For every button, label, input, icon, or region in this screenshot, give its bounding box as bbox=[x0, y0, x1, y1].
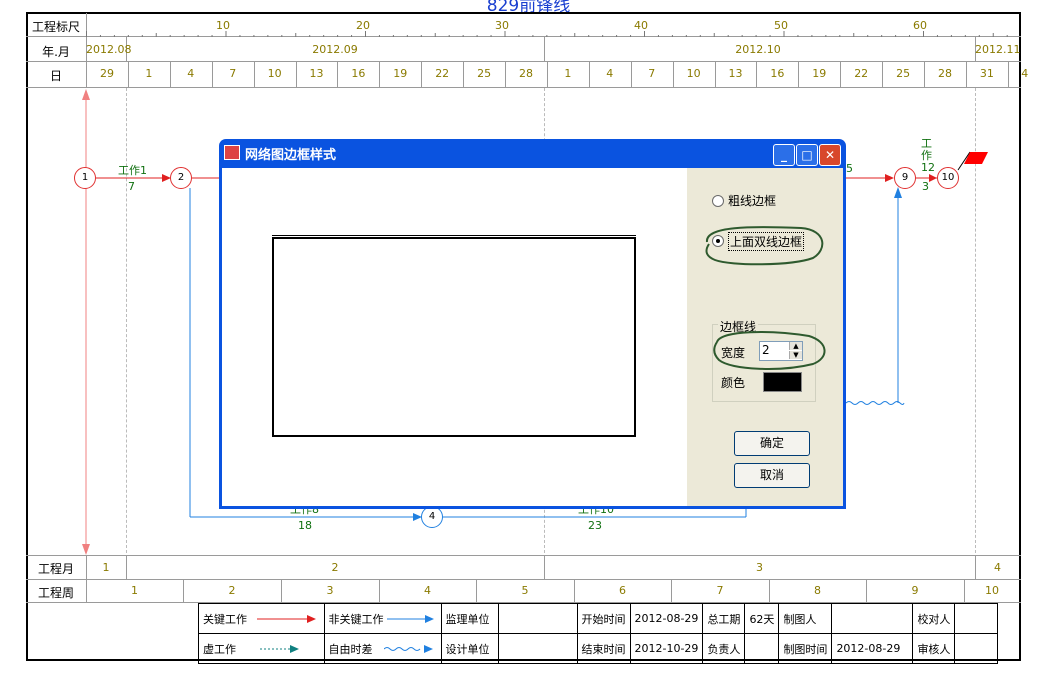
legend-virtual-work: 虚工作 bbox=[198, 633, 325, 664]
week-cell: 3 bbox=[326, 584, 334, 597]
week-cell: 10 bbox=[985, 584, 999, 597]
legend-nonkey-work: 非关键工作 bbox=[323, 603, 442, 634]
work-duration: 5 bbox=[846, 162, 853, 175]
node-2[interactable]: 2 bbox=[170, 167, 192, 189]
options-panel: 粗线边框 上面双线边框 边框线 宽度 2 ▲ ▼ 颜色 确定 取消 bbox=[687, 168, 843, 506]
duration-label: 总工期 bbox=[702, 603, 746, 634]
drawer-label: 制图人 bbox=[778, 603, 833, 634]
preview-top-line bbox=[272, 235, 636, 236]
highlight-circle bbox=[713, 331, 826, 370]
work-duration: 23 bbox=[588, 519, 602, 532]
app-icon bbox=[224, 145, 240, 160]
end-time: 2012-10-29 bbox=[629, 633, 704, 664]
owner-label: 负责人 bbox=[702, 633, 746, 664]
node-4[interactable]: 4 bbox=[421, 506, 443, 528]
work-duration: 3 bbox=[922, 180, 929, 193]
week-cell: 2 bbox=[228, 584, 236, 597]
work-duration: 18 bbox=[298, 519, 312, 532]
work-name: 工 作 12 bbox=[921, 137, 935, 174]
end-time-label: 结束时间 bbox=[576, 633, 631, 664]
week-cell: 6 bbox=[619, 584, 626, 597]
dialog-body: 粗线边框 上面双线边框 边框线 宽度 2 ▲ ▼ 颜色 确定 取消 bbox=[222, 168, 843, 506]
start-time: 2012-08-29 bbox=[629, 603, 704, 634]
highlight-circle bbox=[705, 226, 824, 266]
thick-border-radio[interactable] bbox=[712, 195, 724, 207]
legend-supervisor: 监理单位 bbox=[440, 603, 499, 634]
legend-table: 关键工作 非关键工作 监理单位 开始时间 2012-08-29 总工期 62天 … bbox=[198, 603, 999, 664]
node-10[interactable]: 10 bbox=[937, 167, 959, 189]
legend-key-work: 关键工作 bbox=[198, 603, 325, 634]
weeks-row: 1 2 3 4 5 6 7 8 9 10 bbox=[86, 580, 1020, 602]
work-name: 工作1 bbox=[118, 164, 147, 177]
ok-button[interactable]: 确定 bbox=[734, 431, 810, 456]
checker-label: 校对人 bbox=[912, 603, 956, 634]
dialog-title: 网络图边框样式 bbox=[245, 148, 337, 163]
border-style-dialog[interactable]: 网络图边框样式 _ □ ✕ 粗线边框 上面双线边框 边框线 宽度 2 ▲ ▼ 颜… bbox=[219, 139, 846, 509]
draw-time: 2012-08-29 bbox=[831, 633, 914, 664]
color-label: 颜色 bbox=[721, 376, 746, 390]
minimize-button[interactable]: _ bbox=[773, 144, 795, 166]
reviewer-label: 审核人 bbox=[912, 633, 956, 664]
week-cell: 8 bbox=[814, 584, 821, 597]
week-cell: 9 bbox=[911, 584, 919, 597]
border-preview bbox=[272, 237, 636, 437]
project-month-cell: 3 bbox=[756, 561, 763, 574]
close-button[interactable]: ✕ bbox=[819, 144, 841, 166]
maximize-button[interactable]: □ bbox=[796, 144, 818, 166]
week-cell: 4 bbox=[424, 584, 431, 597]
divider bbox=[26, 555, 1021, 556]
start-time-label: 开始时间 bbox=[576, 603, 631, 634]
week-cell: 1 bbox=[131, 584, 138, 597]
project-month-label: 工程月 bbox=[37, 562, 74, 576]
week-cell: 7 bbox=[716, 584, 724, 597]
week-cell: 5 bbox=[521, 584, 529, 597]
color-swatch[interactable] bbox=[763, 372, 802, 392]
work-duration: 7 bbox=[128, 180, 135, 193]
project-month-cell: 2 bbox=[331, 561, 339, 574]
project-month-cell: 1 bbox=[102, 561, 110, 574]
node-9[interactable]: 9 bbox=[894, 167, 916, 189]
cancel-button[interactable]: 取消 bbox=[734, 463, 810, 488]
legend-free-float: 自由时差 bbox=[323, 633, 442, 664]
duration: 62天 bbox=[744, 603, 780, 634]
legend-designer: 设计单位 bbox=[440, 633, 499, 664]
project-week-label: 工程周 bbox=[37, 586, 74, 600]
draw-time-label: 制图时间 bbox=[778, 633, 833, 664]
thick-border-label[interactable]: 粗线边框 bbox=[728, 192, 776, 209]
node-1[interactable]: 1 bbox=[74, 167, 96, 189]
project-month-cell: 4 bbox=[994, 561, 1001, 574]
